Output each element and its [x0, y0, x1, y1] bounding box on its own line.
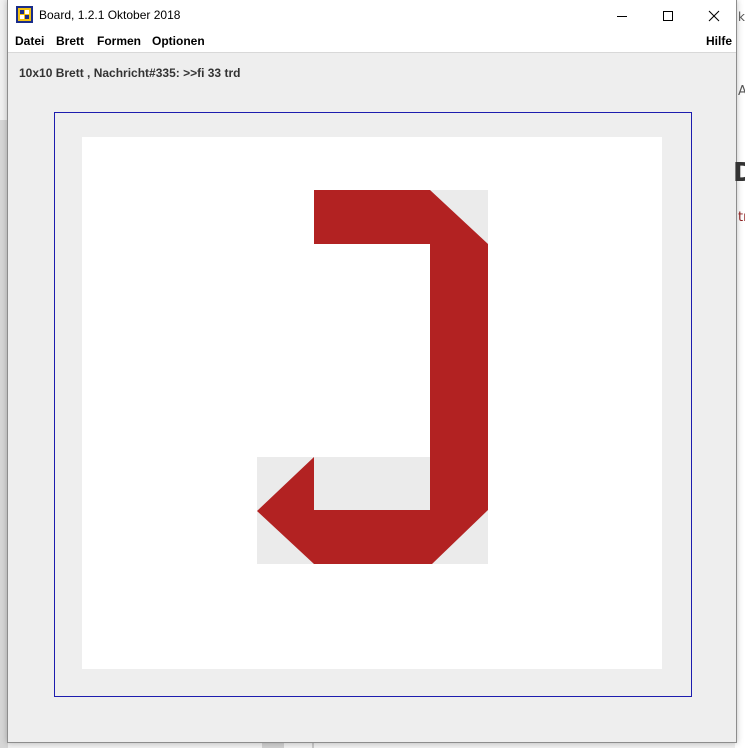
board-app-icon[interactable] [16, 6, 33, 23]
title-bar[interactable]: Board, 1.2.1 Oktober 2018 [8, 0, 736, 31]
background-fragment-top: ka [738, 10, 745, 24]
close-button[interactable] [691, 0, 737, 31]
minimize-button[interactable] [599, 0, 645, 31]
background-fragment-a: AF [738, 84, 745, 99]
maximize-button[interactable] [645, 0, 691, 31]
menu-brett[interactable]: Brett [56, 34, 84, 48]
menu-bar: Datei Brett Formen Optionen Hilfe [8, 31, 736, 53]
menu-datei[interactable]: Datei [15, 34, 44, 48]
background-fragment-red: tr [738, 210, 745, 225]
background-fragment-letter: D [733, 158, 745, 188]
menu-formen[interactable]: Formen [97, 34, 141, 48]
window-title: Board, 1.2.1 Oktober 2018 [39, 8, 181, 22]
board-canvas[interactable] [82, 137, 662, 669]
minimize-icon [617, 15, 627, 17]
menu-optionen[interactable]: Optionen [152, 34, 205, 48]
board-window: Board, 1.2.1 Oktober 2018 Datei Brett Fo… [7, 0, 737, 743]
status-message: 10x10 Brett , Nachricht#335: >>fi 33 trd [19, 66, 241, 80]
menu-hilfe[interactable]: Hilfe [706, 34, 732, 48]
close-icon [708, 10, 720, 21]
maximize-icon [663, 10, 673, 21]
board-drawing [257, 190, 488, 564]
